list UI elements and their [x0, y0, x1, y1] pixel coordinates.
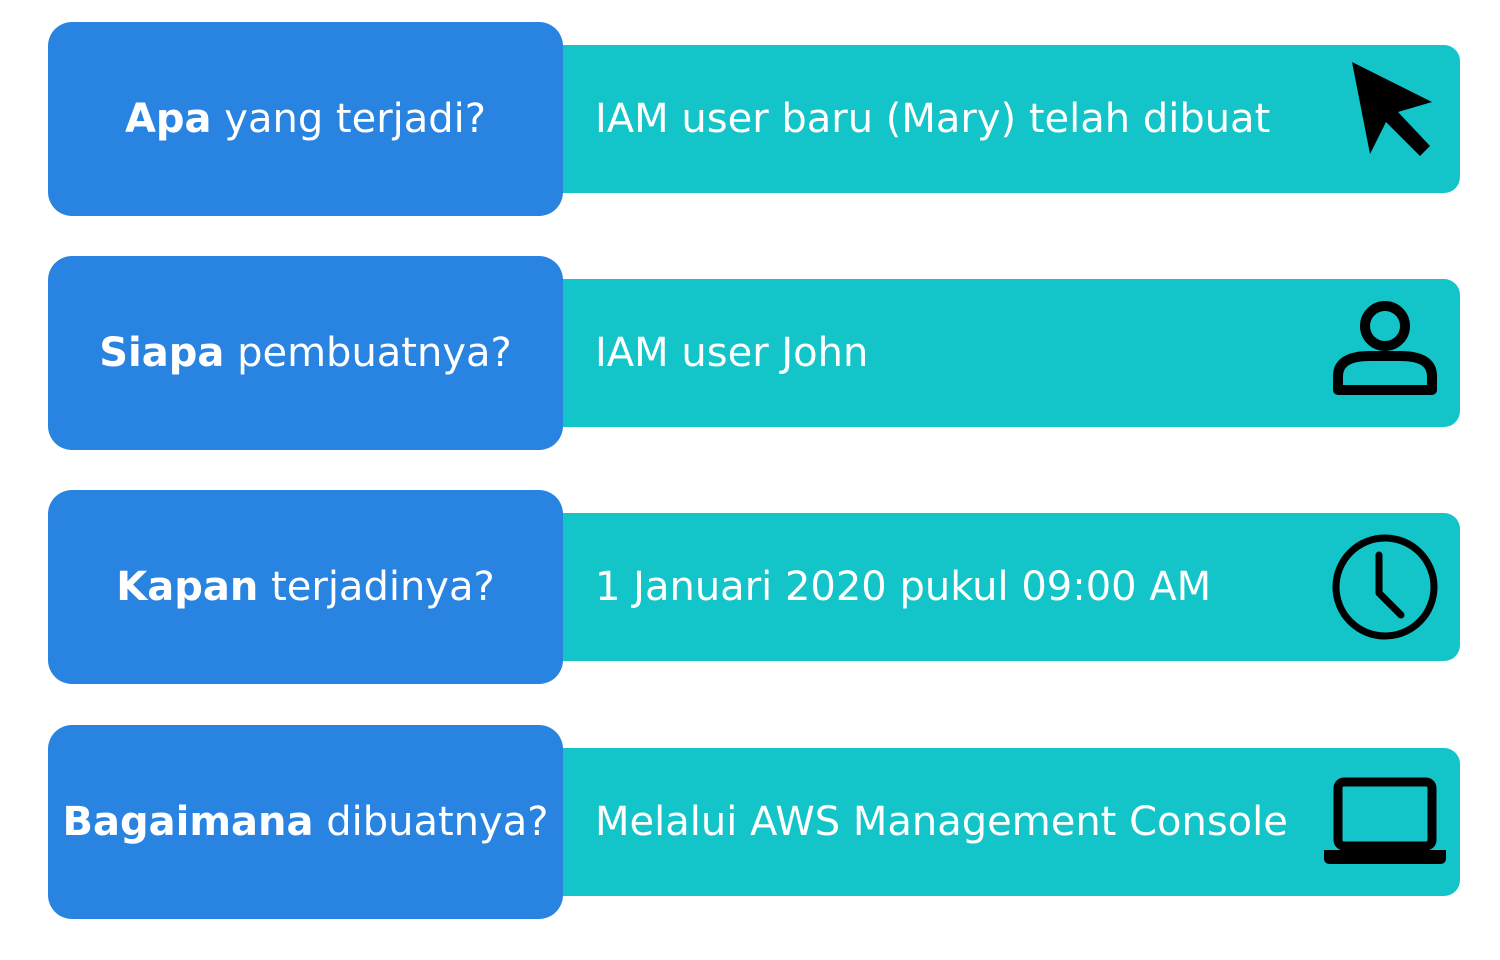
- answer-box: Melalui AWS Management Console: [540, 748, 1460, 896]
- question-box: Apa yang terjadi?: [48, 22, 563, 216]
- question-text: yang terjadi?: [211, 96, 487, 142]
- answer-text: 1 Januari 2020 pukul 09:00 AM: [595, 564, 1212, 610]
- answer-text: Melalui AWS Management Console: [595, 799, 1288, 845]
- cursor-arrow-icon: [1330, 45, 1450, 193]
- question-keyword: Apa: [124, 96, 212, 142]
- question-text: terjadinya?: [258, 564, 495, 610]
- answer-box: 1 Januari 2020 pukul 09:00 AM: [540, 513, 1460, 661]
- laptop-icon: [1320, 748, 1450, 896]
- row-who: IAM user John Siapa pembuatnya?: [0, 256, 1500, 450]
- row-what: IAM user baru (Mary) telah dibuat Apa ya…: [0, 22, 1500, 216]
- question-keyword: Bagaimana: [62, 799, 314, 845]
- answer-box: IAM user baru (Mary) telah dibuat: [540, 45, 1460, 193]
- question-box: Siapa pembuatnya?: [48, 256, 563, 450]
- question-box: Bagaimana dibuatnya?: [48, 725, 563, 919]
- answer-text: IAM user baru (Mary) telah dibuat: [595, 96, 1271, 142]
- question-box: Kapan terjadinya?: [48, 490, 563, 684]
- clock-icon: [1325, 513, 1445, 661]
- question-text: pembuatnya?: [224, 330, 512, 376]
- answer-text: IAM user John: [595, 330, 869, 376]
- answer-box: IAM user John: [540, 279, 1460, 427]
- row-when: 1 Januari 2020 pukul 09:00 AM Kapan terj…: [0, 490, 1500, 684]
- question-keyword: Kapan: [116, 564, 259, 610]
- user-icon: [1325, 279, 1445, 427]
- row-how: Melalui AWS Management Console Bagaimana…: [0, 725, 1500, 919]
- question-keyword: Siapa: [99, 330, 225, 376]
- question-text: dibuatnya?: [313, 799, 549, 845]
